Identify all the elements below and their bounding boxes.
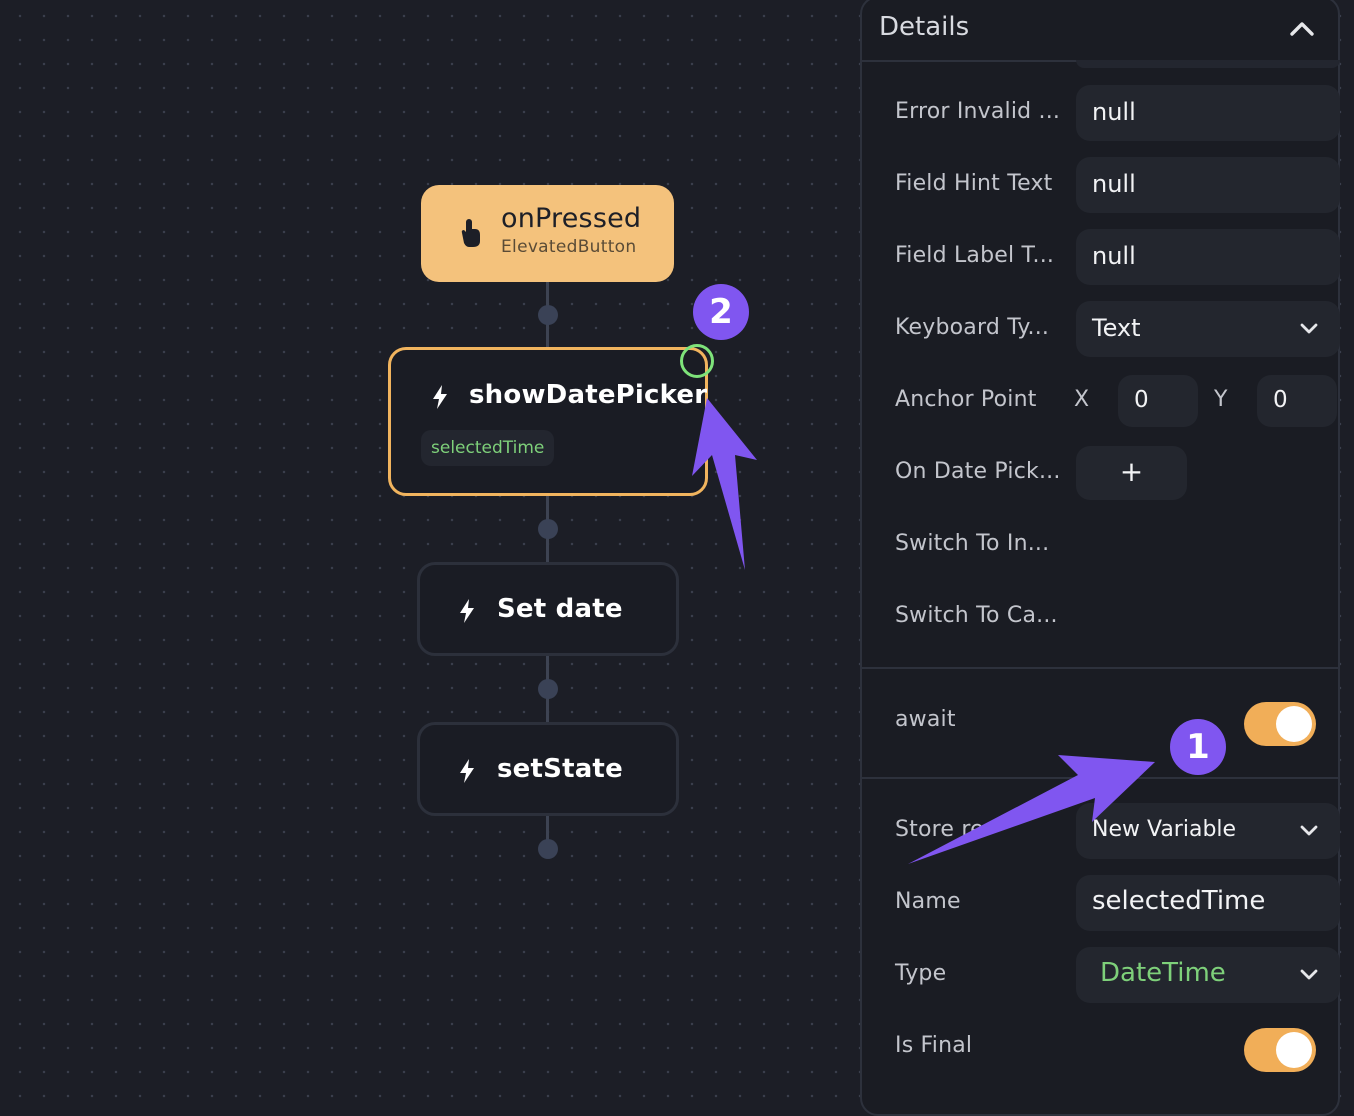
dropdown-value: New Variable (1092, 817, 1237, 842)
dropdown-value: Text (1092, 314, 1141, 342)
field-value: null (1092, 242, 1136, 270)
lightning-icon (433, 385, 447, 409)
output-indicator-icon (680, 344, 714, 378)
chevron-down-icon (1300, 825, 1318, 836)
name-label: Name (895, 889, 961, 914)
on-date-picked-label: On Date Pick... (895, 459, 1061, 484)
chevron-up-icon[interactable] (1288, 18, 1316, 38)
output-variable-chip: selectedTime (421, 430, 555, 466)
field-label-field[interactable]: null (1076, 229, 1340, 285)
add-callback-button[interactable]: + (1076, 446, 1187, 500)
action-node-setstate[interactable]: setState (417, 722, 679, 816)
lightning-icon (460, 759, 474, 783)
anchor-point-label: Anchor Point (895, 387, 1037, 412)
await-toggle[interactable] (1244, 702, 1316, 746)
field-label-label: Field Label T... (895, 243, 1055, 268)
action-node-showdatepicker[interactable]: showDatePicker selectedTime (388, 347, 708, 496)
add-action-dot[interactable] (538, 519, 558, 539)
type-label: Type (895, 961, 947, 986)
chevron-down-icon (1300, 323, 1318, 334)
lightning-icon (460, 599, 474, 623)
anchor-x-label: X (1074, 387, 1090, 412)
anchor-x-input[interactable]: 0 (1118, 375, 1198, 427)
toggle-knob (1276, 706, 1312, 742)
action-title: Set date (497, 594, 623, 624)
trigger-node[interactable]: onPressed ElevatedButton (421, 185, 674, 282)
anchor-x-value: 0 (1134, 387, 1149, 413)
type-dropdown[interactable]: DateTime (1076, 947, 1340, 1003)
details-header[interactable]: Details (862, 0, 1338, 62)
error-invalid-field[interactable]: null (1076, 85, 1340, 141)
store-result-dropdown[interactable]: New Variable (1076, 803, 1340, 859)
keyboard-type-dropdown[interactable]: Text (1076, 301, 1340, 357)
annotation-badge-2: 2 (693, 284, 749, 340)
section-divider (862, 667, 1338, 669)
section-divider (862, 777, 1338, 779)
tap-hand-icon (461, 219, 480, 247)
error-invalid-label: Error Invalid ... (895, 99, 1061, 124)
action-title: setState (497, 754, 623, 784)
field-value: null (1092, 170, 1136, 198)
field-hint-label: Field Hint Text (895, 171, 1053, 196)
is-final-label: Is Final (895, 1033, 973, 1058)
previous-field-edge (1076, 60, 1340, 68)
action-node-set-date[interactable]: Set date (417, 562, 679, 656)
is-final-toggle[interactable] (1244, 1028, 1316, 1072)
field-value: null (1092, 98, 1136, 126)
store-result-label: Store re (895, 817, 984, 842)
type-value: DateTime (1100, 958, 1226, 988)
name-value: selectedTime (1092, 886, 1266, 916)
await-label: await (895, 707, 956, 732)
anchor-y-label: Y (1214, 387, 1228, 412)
details-panel: Details Error Invalid ... null Field Hin… (860, 0, 1340, 1116)
trigger-title: onPressed (501, 203, 642, 234)
name-input[interactable]: selectedTime (1076, 875, 1340, 931)
chevron-down-icon (1300, 969, 1318, 980)
add-action-dot[interactable] (538, 305, 558, 325)
trigger-subtitle: ElevatedButton (501, 237, 637, 257)
switch-to-calendar-label: Switch To Ca... (895, 603, 1058, 628)
keyboard-type-label: Keyboard Ty... (895, 315, 1050, 340)
field-hint-field[interactable]: null (1076, 157, 1340, 213)
action-title: showDatePicker (469, 380, 708, 410)
details-title: Details (879, 12, 970, 42)
switch-to-input-label: Switch To In... (895, 531, 1050, 556)
add-action-dot[interactable] (538, 679, 558, 699)
add-action-dot[interactable] (538, 839, 558, 859)
annotation-badge-1: 1 (1170, 719, 1226, 775)
anchor-y-value: 0 (1273, 387, 1288, 413)
anchor-y-input[interactable]: 0 (1257, 375, 1337, 427)
toggle-knob (1276, 1032, 1312, 1068)
